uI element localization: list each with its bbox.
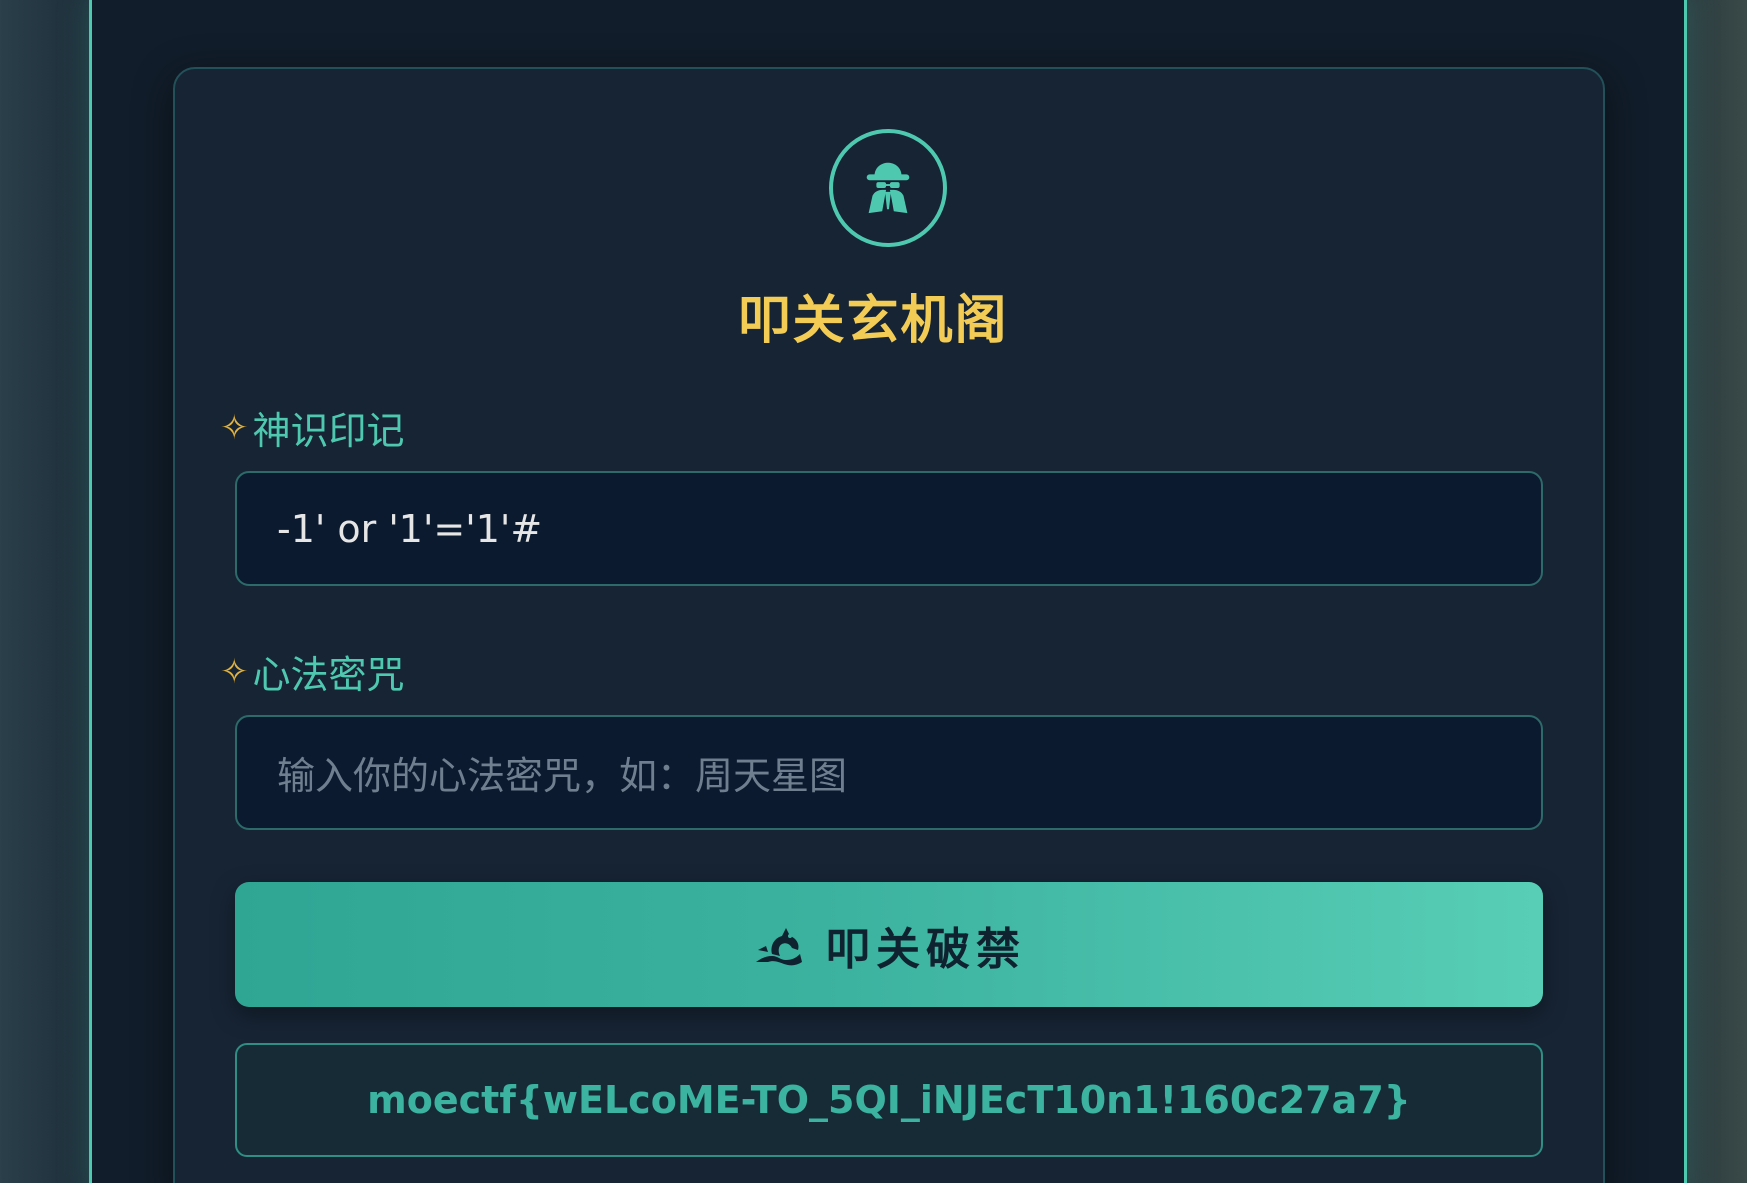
spy-icon (857, 155, 919, 221)
username-label-text: 神识印记 (252, 409, 405, 453)
sparkle-icon: ✧ (220, 407, 249, 448)
result-text: moectf{wELcoME-TO_5QI_iNJEcT10n1!160c27a… (367, 1078, 1411, 1122)
password-label-text: 心法密咒 (252, 653, 405, 697)
sparkle-icon: ✧ (220, 651, 249, 692)
page-title: 叩关玄机阁 (738, 291, 1009, 351)
submit-button-label: 叩关破禁 (826, 923, 1026, 975)
username-label: ✧ 神识印记 (220, 400, 405, 455)
result-box: moectf{wELcoME-TO_5QI_iNJEcT10n1!160c27a… (235, 1043, 1543, 1157)
password-input[interactable]: 输入你的心法密咒，如：周天星图 (235, 715, 1543, 830)
dragon-icon (752, 924, 808, 966)
password-label: ✧ 心法密咒 (220, 644, 405, 699)
submit-button[interactable]: 叩关破禁 (235, 882, 1543, 1007)
password-input-placeholder: 输入你的心法密咒，如：周天星图 (277, 754, 848, 798)
avatar (829, 129, 947, 247)
username-input-value: -1' or '1'='1'# (277, 506, 543, 551)
username-input[interactable]: -1' or '1'='1'# (235, 471, 1543, 586)
